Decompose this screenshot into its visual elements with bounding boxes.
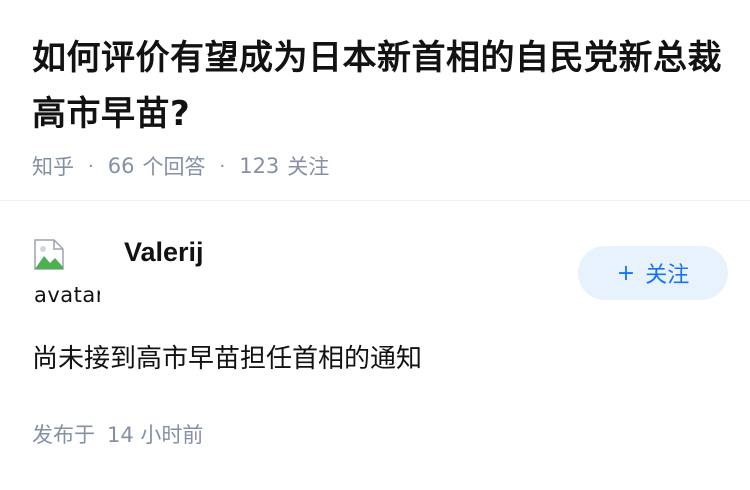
answer-count-label: 个回答 bbox=[142, 155, 206, 179]
follow-button[interactable]: + 关注 bbox=[578, 246, 728, 300]
meta-separator: · bbox=[219, 155, 226, 177]
answer-content[interactable]: 尚未接到高市早苗担任首相的通知 bbox=[32, 339, 422, 379]
section-divider bbox=[0, 200, 750, 201]
author-name[interactable]: Valerij bbox=[124, 237, 204, 268]
publish-time-value: 14 小时前 bbox=[107, 423, 204, 447]
answer-count: 66 bbox=[107, 154, 135, 178]
follow-button-label: 关注 bbox=[645, 263, 690, 288]
answer-card: avatar Valerij + 关注 尚未接到高市早苗担任首相的通知 发布于 1… bbox=[32, 235, 728, 465]
meta-separator: · bbox=[88, 155, 94, 177]
question-title[interactable]: 如何评价有望成为日本新首相的自民党新总裁高市早苗? bbox=[32, 30, 722, 142]
follower-count-label: 关注 bbox=[287, 155, 330, 179]
author-row: avatar Valerij + 关注 bbox=[32, 235, 728, 315]
publish-time: 发布于 14 小时前 bbox=[32, 419, 203, 449]
broken-image-icon bbox=[34, 239, 64, 270]
avatar-alt-text: avatar bbox=[34, 283, 100, 307]
plus-icon: + bbox=[616, 260, 636, 286]
avatar[interactable]: avatar bbox=[32, 239, 100, 307]
question-header: 如何评价有望成为日本新首相的自民党新总裁高市早苗? 知乎 · 66 个回答 · … bbox=[32, 30, 722, 184]
question-meta: 知乎 · 66 个回答 · 123 关注 bbox=[32, 148, 722, 184]
publish-prefix: 发布于 bbox=[32, 423, 95, 447]
follower-count: 123 bbox=[239, 154, 280, 178]
source-label[interactable]: 知乎 bbox=[32, 151, 74, 181]
